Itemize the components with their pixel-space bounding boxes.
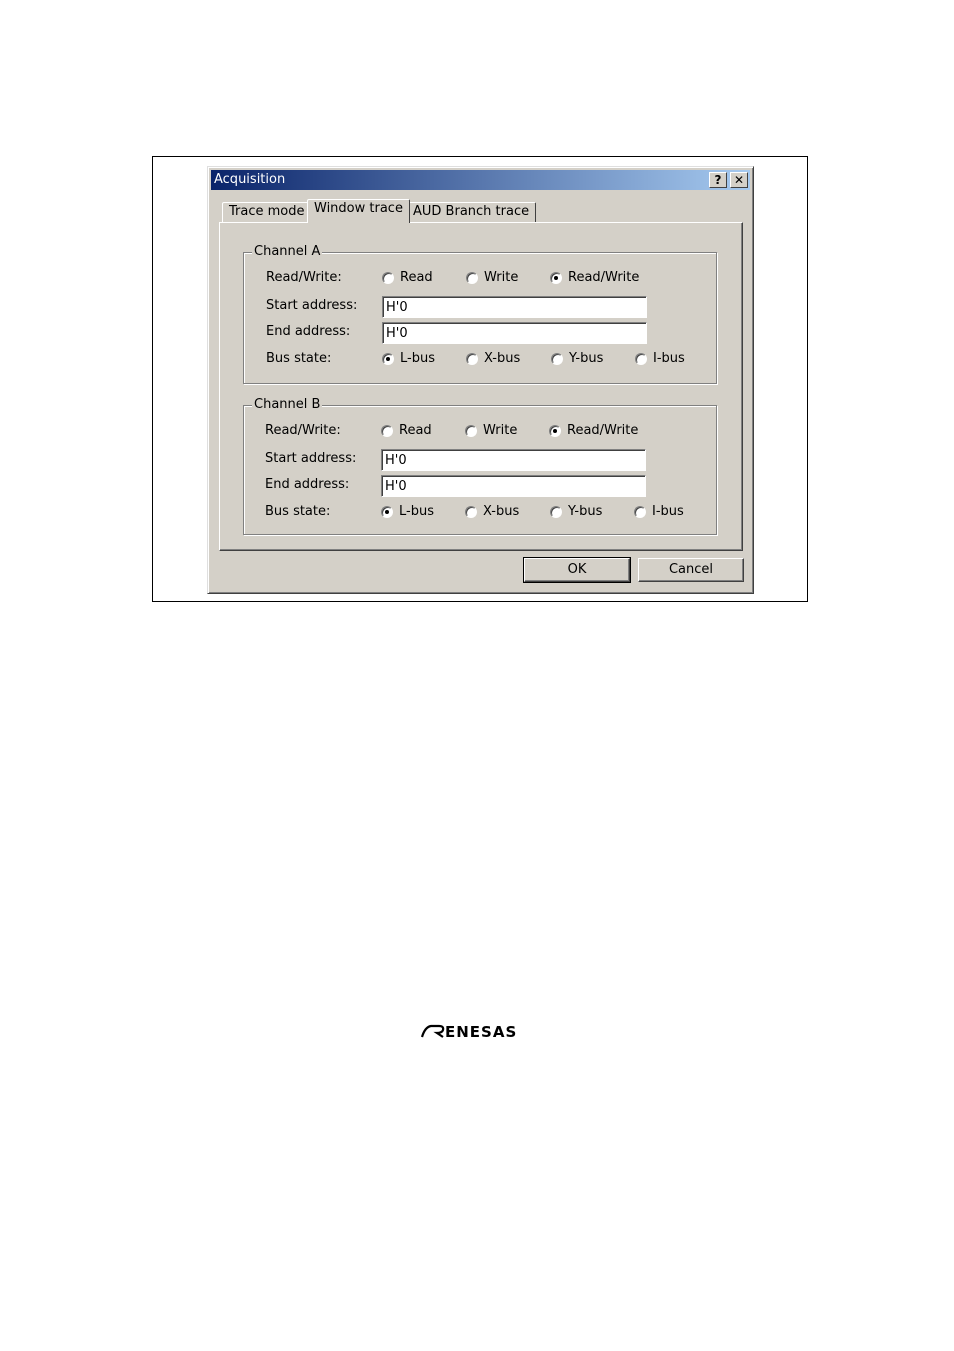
radio-circle[interactable] (382, 271, 394, 284)
channel-b-bus-i-radio[interactable]: I-bus (634, 504, 684, 519)
radio-circle[interactable] (465, 505, 477, 518)
radio-label: Y-bus (569, 351, 604, 366)
channel-b-bus-l-radio[interactable]: L-bus (381, 504, 434, 519)
radio-label: Write (484, 270, 519, 285)
tab-trace-mode[interactable]: Trace mode (222, 202, 312, 222)
radio-circle[interactable] (634, 505, 646, 518)
channel-a-bus-label: Bus state: (266, 351, 332, 366)
channel-a-start-address-input[interactable] (382, 296, 647, 318)
channel-a-end-label: End address: (266, 324, 351, 339)
radio-circle-selected[interactable] (550, 271, 562, 284)
close-button[interactable]: ✕ (730, 172, 748, 188)
channel-b-start-address-input[interactable] (381, 449, 646, 471)
radio-label: I-bus (652, 504, 684, 519)
channel-a-legend: Channel A (252, 244, 323, 259)
title-bar[interactable]: Acquisition ? ✕ (211, 170, 750, 190)
channel-a-bus-y-radio[interactable]: Y-bus (551, 351, 603, 366)
radio-circle[interactable] (381, 424, 393, 437)
radio-circle-selected[interactable] (382, 352, 394, 365)
acquisition-dialog: Acquisition ? ✕ Trace mode Window trace … (207, 166, 754, 594)
radio-label: X-bus (484, 351, 521, 366)
channel-b-legend: Channel B (252, 397, 323, 412)
cancel-button[interactable]: Cancel (638, 558, 744, 582)
channel-b-rw-label: Read/Write: (265, 423, 341, 438)
channel-b-rw-read-radio[interactable]: Read (381, 423, 432, 438)
radio-circle[interactable] (550, 505, 562, 518)
radio-label: L-bus (399, 504, 434, 519)
channel-a-rw-readwrite-radio[interactable]: Read/Write (550, 270, 639, 285)
radio-circle[interactable] (635, 352, 647, 365)
channel-a-group: Channel A Read/Write: Read Write Read/Wr… (243, 244, 717, 384)
radio-label: X-bus (483, 504, 520, 519)
channel-b-bus-x-radio[interactable]: X-bus (465, 504, 519, 519)
channel-b-end-address-input[interactable] (381, 475, 646, 497)
channel-b-group: Channel B Read/Write: Read Write Read/Wr… (243, 397, 717, 535)
channel-b-rw-write-radio[interactable]: Write (465, 423, 517, 438)
tab-aud-branch-trace[interactable]: AUD Branch trace (406, 202, 537, 222)
channel-a-bus-x-radio[interactable]: X-bus (466, 351, 520, 366)
radio-label: Read/Write (568, 270, 640, 285)
channel-a-bus-l-radio[interactable]: L-bus (382, 351, 435, 366)
channel-b-bus-label: Bus state: (265, 504, 331, 519)
tab-panel-window-trace: Channel A Read/Write: Read Write Read/Wr… (219, 222, 743, 551)
radio-circle[interactable] (466, 271, 478, 284)
channel-a-rw-label: Read/Write: (266, 270, 342, 285)
radio-label: I-bus (653, 351, 685, 366)
radio-label: L-bus (400, 351, 435, 366)
radio-label: Write (483, 423, 518, 438)
tab-window-trace[interactable]: Window trace (307, 199, 410, 223)
channel-b-start-label: Start address: (265, 451, 357, 466)
channel-a-start-label: Start address: (266, 298, 358, 313)
dialog-title: Acquisition (214, 172, 286, 187)
renesas-logo-icon: ENESAS (420, 1023, 517, 1041)
channel-b-rw-readwrite-radio[interactable]: Read/Write (549, 423, 638, 438)
ok-button[interactable]: OK (523, 557, 631, 583)
radio-label: Read (399, 423, 432, 438)
channel-a-end-address-input[interactable] (382, 322, 647, 344)
svg-text:ENESAS: ENESAS (445, 1023, 517, 1041)
channel-a-rw-read-radio[interactable]: Read (382, 270, 433, 285)
channel-b-end-label: End address: (265, 477, 350, 492)
radio-label: Read (400, 270, 433, 285)
radio-circle-selected[interactable] (549, 424, 561, 437)
radio-circle[interactable] (551, 352, 563, 365)
help-button[interactable]: ? (709, 172, 727, 188)
radio-circle[interactable] (465, 424, 477, 437)
channel-a-bus-i-radio[interactable]: I-bus (635, 351, 685, 366)
channel-a-rw-write-radio[interactable]: Write (466, 270, 518, 285)
radio-label: Read/Write (567, 423, 639, 438)
radio-label: Y-bus (568, 504, 603, 519)
channel-b-bus-y-radio[interactable]: Y-bus (550, 504, 602, 519)
radio-circle[interactable] (466, 352, 478, 365)
radio-circle-selected[interactable] (381, 505, 393, 518)
